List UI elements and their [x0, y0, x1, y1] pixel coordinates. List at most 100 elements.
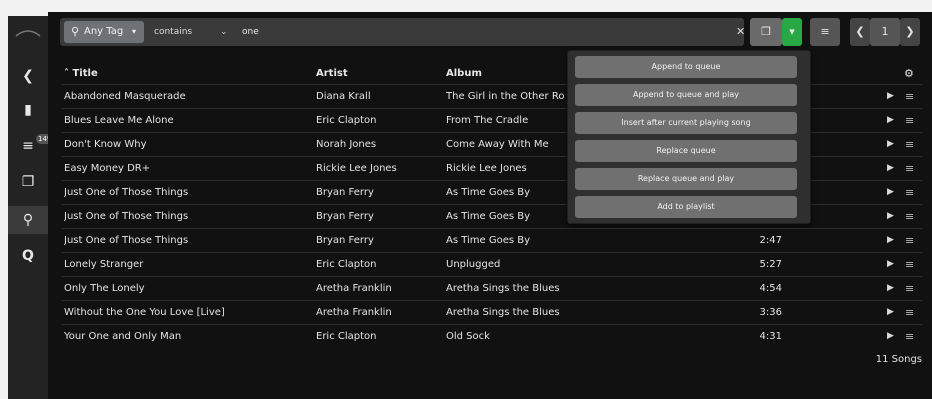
sidebar: ❮ ▮ ≡ 149 ❐ ⚲ Q [8, 16, 54, 399]
menu-icon[interactable]: ≡ [905, 109, 917, 132]
artist-cell: Norah Jones [316, 139, 377, 150]
replace-and-play-item[interactable]: Replace queue and play [575, 168, 797, 190]
duration-cell: 3:36 [759, 307, 782, 318]
menu-icon[interactable]: ≡ [905, 181, 917, 204]
search-icon[interactable]: ⚲ [8, 206, 48, 234]
play-icon[interactable]: ▶ [887, 85, 899, 108]
title-cell: Only The Lonely [64, 283, 145, 294]
artist-cell: Aretha Franklin [316, 307, 392, 318]
artist-cell: Bryan Ferry [316, 235, 374, 246]
page-number: 1 [881, 25, 889, 38]
play-icon[interactable]: ▶ [887, 205, 899, 228]
album-cell: As Time Goes By [446, 187, 531, 198]
column-header-artist[interactable]: Artist [316, 64, 348, 84]
title-cell: Easy Money DR+ [64, 163, 151, 174]
tag-select-button[interactable]: ⚲ Any Tag ▾ [64, 21, 144, 43]
title-header-label: Title [72, 68, 98, 79]
album-cell: From The Cradle [446, 115, 529, 126]
play-icon[interactable]: ▶ [887, 253, 899, 276]
artist-cell: Bryan Ferry [316, 211, 374, 222]
search-input[interactable] [242, 23, 722, 41]
menu-icon[interactable]: ≡ [905, 253, 917, 276]
album-icon[interactable]: ❐ [8, 168, 48, 196]
title-cell: Abandoned Masquerade [64, 91, 186, 102]
album-cell: Come Away With Me [446, 139, 549, 150]
play-icon[interactable]: ▶ [887, 181, 899, 204]
tag-label: Any Tag [84, 26, 124, 37]
table-row[interactable]: Lonely Stranger Eric Clapton Unplugged 5:27… [62, 252, 922, 276]
prev-page-button[interactable]: ❮ [850, 18, 870, 46]
play-icon[interactable]: ▶ [887, 109, 899, 132]
append-to-queue-item[interactable]: Append to queue [575, 56, 797, 78]
logo-icon [15, 30, 41, 37]
chart-icon[interactable]: ▮ [8, 96, 48, 124]
q-icon[interactable]: Q [8, 242, 48, 270]
back-icon[interactable]: ❮ [8, 62, 48, 90]
artist-cell: Diana Krall [316, 91, 371, 102]
clear-icon[interactable]: ✕ [736, 18, 745, 46]
title-cell: Blues Leave Me Alone [64, 115, 174, 126]
insert-after-current-item[interactable]: Insert after current playing song [575, 112, 797, 134]
caret-down-icon: ▾ [132, 27, 137, 36]
table-row[interactable]: Without the One You Love [Live] Aretha Fr… [62, 300, 922, 324]
add-to-queue-button[interactable]: ❐ [750, 18, 782, 46]
album-cell: Aretha Sings the Blues [446, 307, 560, 318]
play-icon[interactable]: ▶ [887, 133, 899, 156]
menu-icon[interactable]: ≡ [905, 301, 917, 324]
queue-add-icon: ❐ [761, 25, 771, 38]
album-cell: Rickie Lee Jones [446, 163, 527, 174]
artist-cell: Eric Clapton [316, 331, 377, 342]
title-cell: Don't Know Why [64, 139, 147, 150]
artist-cell: Bryan Ferry [316, 187, 374, 198]
play-icon[interactable]: ▶ [887, 157, 899, 180]
replace-queue-item[interactable]: Replace queue [575, 140, 797, 162]
list-options-button[interactable]: ≡ [810, 18, 840, 46]
album-cell: Old Sock [446, 331, 490, 342]
filter-bar: ⚲ Any Tag ▾ contains ⌄ ✕ [60, 18, 745, 46]
title-cell: Your One and Only Man [64, 331, 182, 342]
chevron-left-icon: ❮ [855, 25, 865, 38]
album-cell: As Time Goes By [446, 211, 531, 222]
album-cell: Unplugged [446, 259, 501, 270]
table-row[interactable]: Just One of Those Things Bryan Ferry As Ti… [62, 228, 922, 252]
list-icon: ≡ [820, 25, 830, 38]
column-header-title[interactable]: ˄ Title [64, 64, 98, 84]
album-cell: Aretha Sings the Blues [446, 283, 560, 294]
title-cell: Lonely Stranger [64, 259, 144, 270]
duration-cell: 2:47 [759, 235, 782, 246]
next-page-button[interactable]: ❯ [900, 18, 920, 46]
queue-options-dropdown-button[interactable]: ▾ [782, 18, 802, 46]
menu-icon[interactable]: ≡ [905, 85, 917, 108]
play-icon[interactable]: ▶ [887, 229, 899, 252]
page-select[interactable]: 1 [870, 18, 900, 46]
menu-icon[interactable]: ≡ [905, 133, 917, 156]
queue-options-menu: Append to queue Append to queue and play I… [567, 50, 811, 224]
menu-icon[interactable]: ≡ [905, 229, 917, 252]
caret-down-icon: ▾ [789, 25, 795, 38]
play-icon[interactable]: ▶ [887, 325, 899, 348]
gear-icon[interactable]: ⚙ [904, 67, 914, 80]
operator-select[interactable]: contains [154, 18, 192, 46]
duration-cell: 4:31 [759, 331, 782, 342]
artist-cell: Rickie Lee Jones [316, 163, 397, 174]
title-cell: Just One of Those Things [64, 187, 189, 198]
main-panel: ⚲ Any Tag ▾ contains ⌄ ✕ ❐ ▾ ≡ ❮ 1 ❯ ˄ T… [48, 12, 932, 399]
column-header-album[interactable]: Album [446, 64, 482, 84]
append-and-play-item[interactable]: Append to queue and play [575, 84, 797, 106]
menu-icon[interactable]: ≡ [905, 205, 917, 228]
menu-icon[interactable]: ≡ [905, 325, 917, 348]
title-cell: Without the One You Love [Live] [64, 307, 225, 318]
play-icon[interactable]: ▶ [887, 277, 899, 300]
title-cell: Just One of Those Things [64, 235, 189, 246]
add-to-playlist-item[interactable]: Add to playlist [575, 196, 797, 218]
play-icon[interactable]: ▶ [887, 301, 899, 324]
chevron-down-icon[interactable]: ⌄ [220, 18, 228, 46]
song-count: 11 Songs [875, 354, 922, 365]
title-cell: Just One of Those Things [64, 211, 189, 222]
menu-icon[interactable]: ≡ [905, 277, 917, 300]
artist-cell: Aretha Franklin [316, 283, 392, 294]
chevron-right-icon: ❯ [905, 25, 915, 38]
menu-icon[interactable]: ≡ [905, 157, 917, 180]
table-row[interactable]: Your One and Only Man Eric Clapton Old Soc… [62, 324, 922, 348]
table-row[interactable]: Only The Lonely Aretha Franklin Aretha Sin… [62, 276, 922, 300]
